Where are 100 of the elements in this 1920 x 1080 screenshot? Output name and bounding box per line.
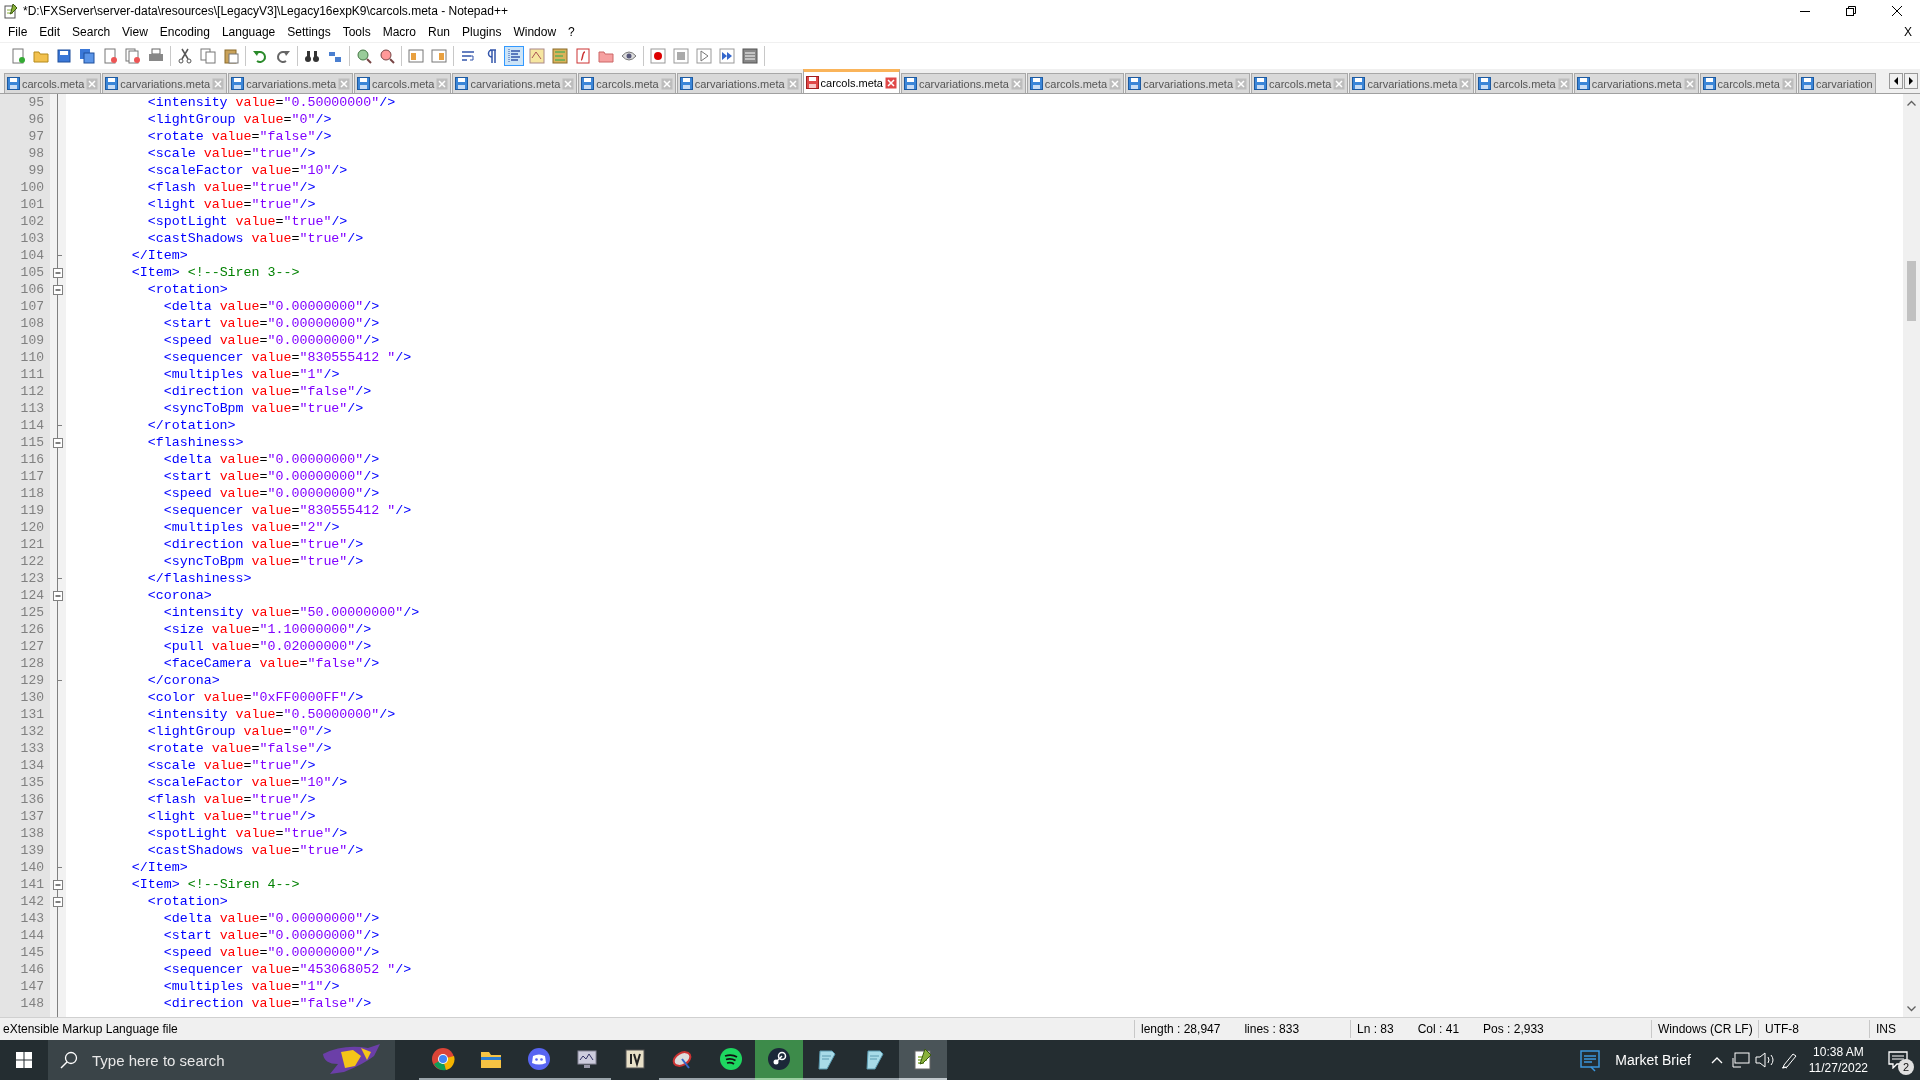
fast-forward-button[interactable] [717, 46, 737, 66]
code-line: <flashiness> [146, 434, 244, 451]
notifications-button[interactable]: 2 [1876, 1040, 1920, 1080]
eye-icon [621, 48, 637, 64]
sync-scroll-vertical-button[interactable] [406, 46, 426, 66]
save-all-button[interactable] [77, 46, 97, 66]
menu-item[interactable]: Settings [281, 22, 337, 42]
notepad-plus-button[interactable] [899, 1040, 947, 1080]
menu-item[interactable]: Plugins [456, 22, 508, 42]
menu-item[interactable]: Run [422, 22, 457, 42]
scrollbar-thumb[interactable] [1907, 261, 1916, 321]
file-tab[interactable]: carvariations.meta [102, 73, 228, 93]
fold-minus-icon[interactable] [53, 284, 63, 295]
clock[interactable]: 10:38 AM 11/27/2022 [1800, 1044, 1876, 1076]
news-widget-button[interactable]: Market Brief [1565, 1040, 1705, 1080]
file-tab[interactable]: carcols.meta [802, 69, 900, 93]
file-tab[interactable]: carvariation [1797, 73, 1876, 93]
search-highlight-drawing[interactable] [313, 1040, 395, 1080]
search-field[interactable]: Type here to search [90, 1050, 294, 1070]
file-tab[interactable]: carvariations.meta [676, 73, 802, 93]
file-tab[interactable]: carvariations.meta [1125, 73, 1251, 93]
scissors-button[interactable] [175, 46, 195, 66]
line-number: 102 [19, 214, 44, 229]
windows-logo-icon [16, 1052, 32, 1068]
play-button[interactable] [694, 46, 714, 66]
copy-icon [200, 48, 216, 64]
scroll-tabs-left-button[interactable] [1889, 73, 1903, 89]
sync-scroll-horizontal-button[interactable] [429, 46, 449, 66]
notification-count: 2 [1898, 1059, 1914, 1075]
line-number: 127 [19, 639, 44, 654]
menu-item[interactable]: Window [507, 22, 563, 42]
menu-item[interactable]: View [116, 22, 154, 42]
menu-item[interactable]: Macro [376, 22, 422, 42]
code-line: <spotLight value="true"/> [146, 825, 348, 842]
menu-item[interactable]: File [2, 22, 34, 42]
code-line: <speed value="0.00000000"/> [162, 944, 380, 961]
close-icon [562, 77, 575, 90]
function-list-button[interactable] [573, 46, 593, 66]
fold-minus-icon[interactable] [53, 896, 63, 907]
save-button[interactable] [54, 46, 74, 66]
macro-list-icon [742, 48, 758, 64]
close-icon [86, 77, 99, 90]
line-number: 144 [19, 928, 44, 943]
folder-icon [598, 48, 614, 64]
indent-guide-button[interactable] [504, 46, 524, 66]
document-map-button[interactable] [550, 46, 570, 66]
close-icon [212, 77, 225, 90]
game-launcher-button[interactable] [755, 1040, 803, 1080]
chat-app-icon [527, 1047, 551, 1071]
insert-mode-label: INS [1876, 1022, 1896, 1036]
position-label: Pos : 2,933 [1483, 1022, 1544, 1036]
file-tab[interactable]: carvariations.meta [900, 73, 1026, 93]
close-document-button[interactable]: X [1904, 25, 1912, 39]
line-number: 142 [19, 894, 44, 909]
fold-minus-icon[interactable] [53, 879, 63, 890]
file-tab[interactable]: carcols.meta [1026, 73, 1125, 93]
menu-item[interactable]: Language [215, 22, 282, 42]
line-number: 97 [27, 129, 44, 144]
file-tab[interactable]: carcols.meta [1251, 73, 1349, 93]
word-wrap-icon [460, 48, 476, 64]
line-number: 116 [19, 452, 44, 467]
close-tab-button[interactable] [884, 76, 897, 89]
search-bar[interactable]: Type here to search [48, 1040, 313, 1080]
code-line: <multiples value="2"/> [162, 519, 340, 536]
pen-icon [1779, 1051, 1798, 1069]
file-tab[interactable]: carcols.meta [1475, 73, 1573, 93]
code-line: </corona> [146, 672, 220, 689]
scroll-tabs-right-button[interactable] [1904, 73, 1918, 89]
code-line: </rotation> [146, 417, 236, 434]
file-tab[interactable]: carcols.meta [354, 73, 452, 93]
macro-list-button[interactable] [740, 46, 760, 66]
save-all-icon [79, 48, 95, 64]
code-line: <Item> <!--Siren 3--> [130, 264, 300, 281]
line-number: 113 [19, 401, 44, 416]
fold-minus-icon[interactable] [53, 590, 63, 601]
stop-button[interactable] [671, 46, 691, 66]
menu-item[interactable]: ? [562, 22, 581, 42]
file-tab[interactable]: carvariations.meta [1573, 73, 1699, 93]
zoom-in-button[interactable] [354, 46, 374, 66]
close-icon [1010, 77, 1023, 90]
file-tab[interactable]: carcols.meta [578, 73, 676, 93]
close-icon [1109, 77, 1122, 90]
code-line: <scaleFactor value="10"/> [146, 774, 348, 791]
file-tab[interactable]: carvariations.meta [228, 73, 354, 93]
menu-item[interactable]: Edit [33, 22, 67, 42]
line-number: 140 [19, 860, 44, 875]
menu-item[interactable]: Search [66, 22, 117, 42]
file-tab[interactable]: carvariations.meta [1349, 73, 1475, 93]
file-tab[interactable]: carvariations.meta [452, 73, 578, 93]
zoom-out-button[interactable] [377, 46, 397, 66]
fold-minus-icon[interactable] [53, 267, 63, 278]
menu-item[interactable]: Tools [336, 22, 377, 42]
file-tab[interactable]: carcols.meta [4, 73, 102, 93]
paste-button[interactable] [221, 46, 241, 66]
menu-item[interactable]: Encoding [153, 22, 216, 42]
file-tab[interactable]: carcols.meta [1699, 73, 1797, 93]
line-number: 122 [19, 554, 44, 569]
record-button[interactable] [648, 46, 668, 66]
close-all-button[interactable] [123, 46, 143, 66]
fold-minus-icon[interactable] [53, 437, 63, 448]
